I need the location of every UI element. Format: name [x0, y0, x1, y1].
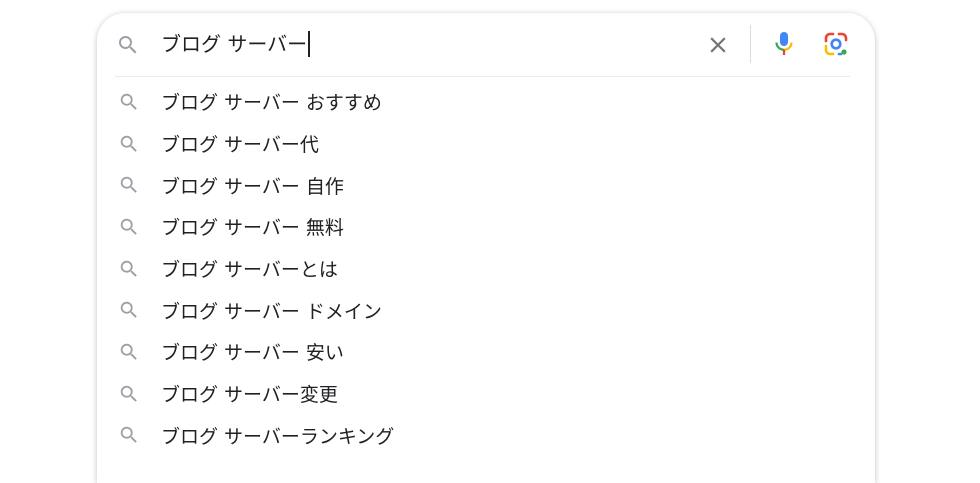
search-icon — [120, 260, 137, 277]
lens-search-button[interactable] — [819, 27, 853, 61]
search-input[interactable]: ブログ サーバー — [161, 29, 310, 59]
search-icon — [120, 427, 137, 444]
suggestion-text: ブログ サーバー代 — [161, 134, 319, 157]
search-query-text: ブログ サーバー — [161, 32, 308, 56]
search-icon — [120, 343, 137, 360]
suggestion-list: ブログ サーバー おすすめ ブログ サーバー代 ブログ サーバー 自作 ブログ サーバ… — [97, 77, 875, 456]
suggestion-item[interactable]: ブログ サーバー おすすめ — [97, 81, 875, 123]
search-icon — [119, 36, 137, 54]
close-icon — [710, 37, 726, 53]
suggestion-item[interactable]: ブログ サーバーとは — [97, 248, 875, 290]
microphone-icon — [775, 32, 793, 55]
search-icon — [120, 385, 137, 402]
divider — [750, 25, 751, 63]
suggestion-item[interactable]: ブログ サーバー 安い — [97, 331, 875, 373]
suggestion-item[interactable]: ブログ サーバー ドメイン — [97, 289, 875, 331]
suggestion-text: ブログ サーバー 無料 — [161, 217, 344, 240]
suggestion-item[interactable]: ブログ サーバー代 — [97, 123, 875, 165]
search-icon — [120, 302, 137, 319]
suggestion-text: ブログ サーバーとは — [161, 259, 338, 282]
voice-search-button[interactable] — [767, 27, 801, 61]
suggestion-item[interactable]: ブログ サーバー 無料 — [97, 206, 875, 248]
suggestion-item[interactable]: ブログ サーバー 自作 — [97, 164, 875, 206]
suggestion-text: ブログ サーバー 自作 — [161, 175, 344, 198]
suggestion-text: ブログ サーバー変更 — [161, 384, 338, 407]
suggestion-item[interactable]: ブログ サーバー変更 — [97, 373, 875, 415]
suggestion-text: ブログ サーバー おすすめ — [161, 92, 382, 115]
suggestion-text: ブログ サーバー ドメイン — [161, 300, 382, 323]
suggestion-item[interactable]: ブログ サーバーランキング — [97, 415, 875, 457]
search-icon — [120, 218, 137, 235]
suggestion-text: ブログ サーバーランキング — [161, 425, 395, 448]
search-input-row[interactable]: ブログ サーバー — [97, 13, 875, 76]
search-icon — [120, 135, 137, 152]
suggestion-text: ブログ サーバー 安い — [161, 342, 344, 365]
text-caret — [308, 31, 310, 57]
clear-button[interactable] — [701, 28, 735, 62]
search-icon — [120, 176, 137, 194]
search-icon — [120, 93, 137, 110]
search-box: ブログ サーバー ブログ サーバー おすすめ ブログ サーバー代 ブログ サーバ… — [97, 13, 875, 483]
google-lens-icon — [824, 32, 848, 56]
